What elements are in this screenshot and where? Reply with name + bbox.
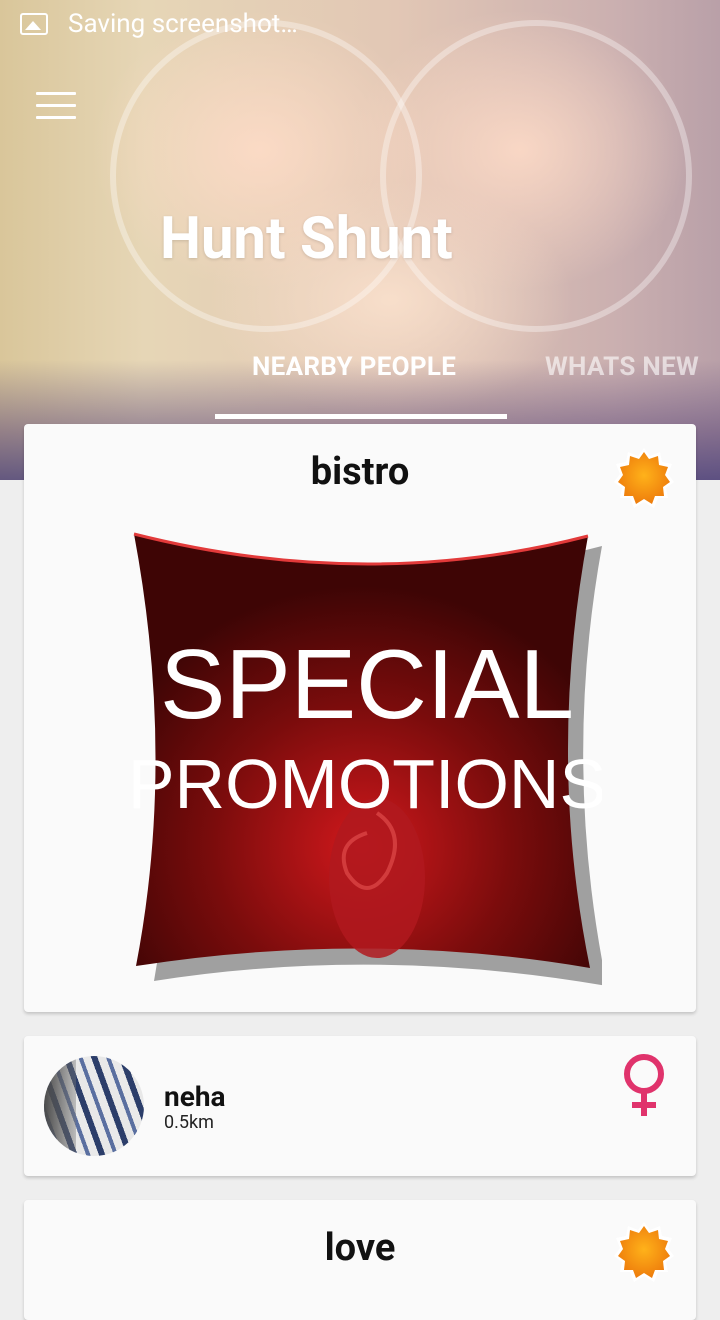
person-name: neha — [164, 1080, 226, 1113]
promo-card-title: bistro — [310, 450, 410, 494]
tab-indicator — [215, 414, 507, 419]
special-promotions-image: SPECIAL PROMOTIONS — [128, 528, 607, 998]
promo-line1: SPECIAL — [160, 629, 574, 739]
hamburger-icon-line — [36, 104, 76, 107]
status-bar: Saving screenshot… — [0, 0, 720, 48]
sun-badge-icon — [614, 448, 674, 508]
app-title: Hunt Shunt — [160, 205, 453, 273]
person-card[interactable]: neha 0.5km — [24, 1036, 696, 1176]
menu-button[interactable] — [36, 92, 76, 120]
promo-card[interactable]: love — [24, 1200, 696, 1320]
promo-line2: PROMOTIONS — [132, 745, 602, 823]
tab-whats-new[interactable]: WHATS NEW — [545, 352, 699, 382]
status-text: Saving screenshot… — [68, 9, 298, 39]
sun-badge-icon — [614, 1222, 674, 1282]
tab-nearby-people[interactable]: NEARBY PEOPLE — [252, 352, 456, 382]
avatar[interactable] — [44, 1056, 144, 1156]
heart-fold-right — [380, 20, 692, 332]
image-icon — [20, 13, 48, 35]
heart-fold-left — [110, 20, 422, 332]
hamburger-icon-line — [36, 116, 76, 119]
hamburger-icon-line — [36, 92, 76, 95]
person-distance: 0.5km — [164, 1112, 214, 1133]
promo-card-title: love — [324, 1226, 396, 1270]
promo-card[interactable]: bistro SPECIAL PROMOTIONS — [24, 424, 696, 1012]
female-icon — [624, 1054, 664, 1116]
